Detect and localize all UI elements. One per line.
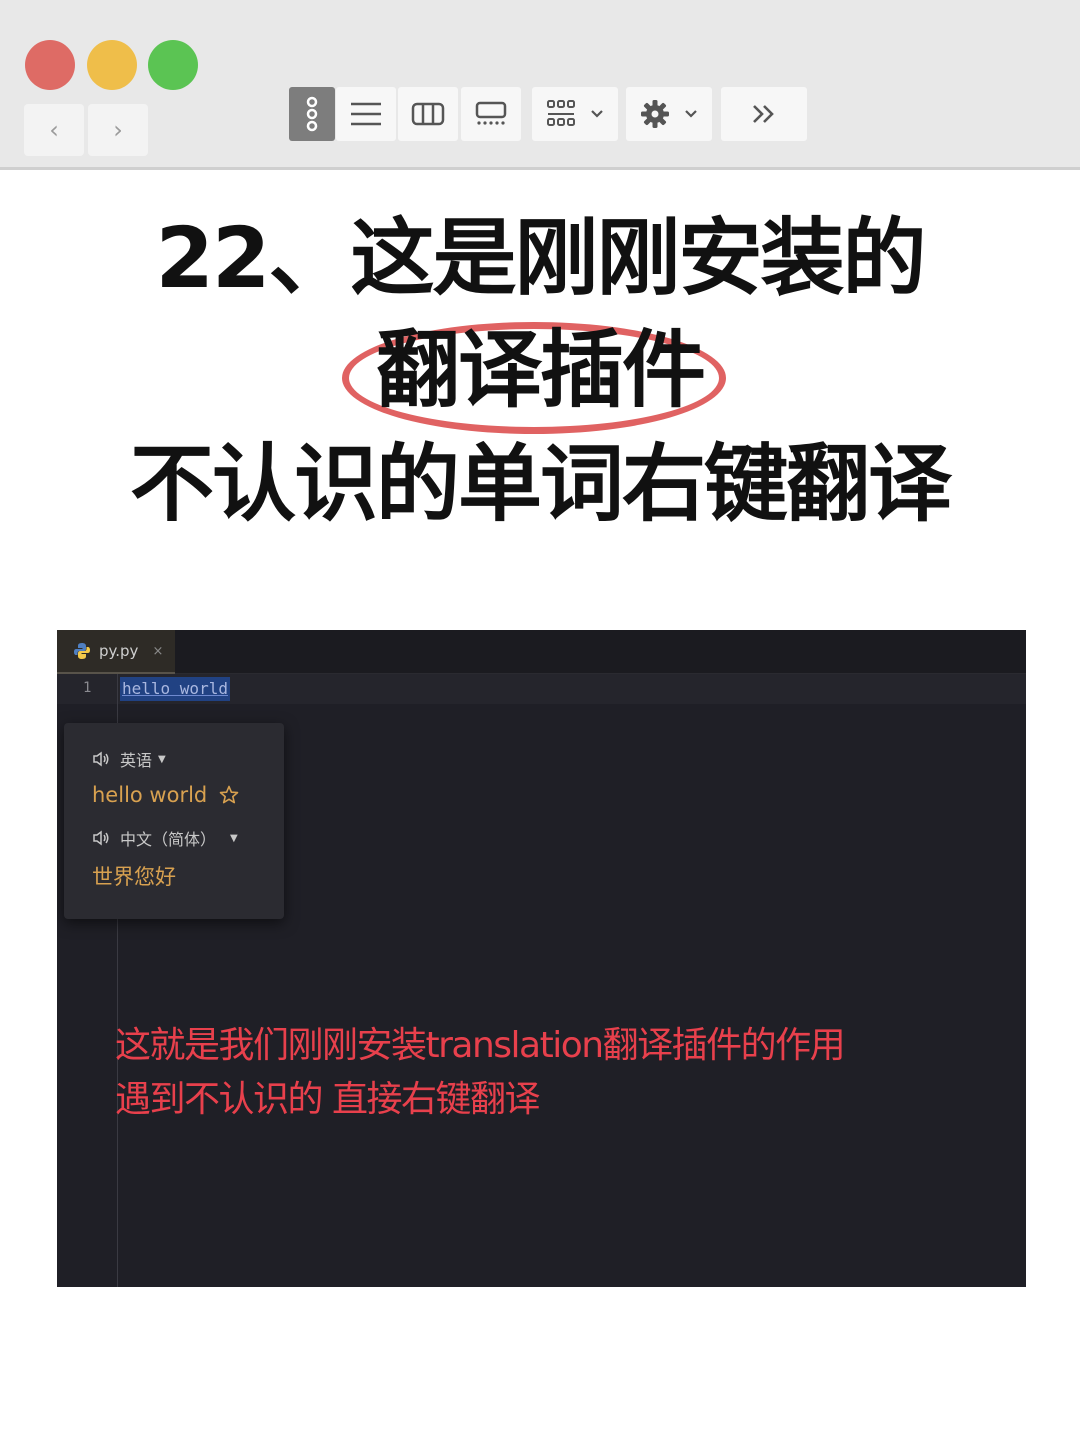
column-view-icon — [411, 102, 445, 126]
source-language-select[interactable]: 英语 — [120, 747, 152, 771]
annotation-line-1: 这就是我们刚刚安装translation翻译插件的作用 — [115, 1025, 846, 1066]
translation-popup: 英语 ▼ hello world 中文（简体） ▼ 世界您好 — [64, 723, 284, 919]
target-language-select[interactable]: 中文（简体） — [120, 826, 216, 850]
window-titlebar: ‹ › — [0, 0, 1080, 170]
target-language-row: 中文（简体） ▼ — [92, 826, 238, 850]
list-view-icon — [351, 102, 381, 126]
tab-py-file[interactable]: py.py × — [57, 630, 175, 674]
grid-group-icon — [547, 100, 575, 126]
target-text: 世界您好 — [92, 865, 176, 889]
chevron-right-icon: › — [113, 116, 123, 144]
headline-line-3: 不认识的单词右键翻译 — [129, 435, 952, 533]
code-editor: py.py × 1 hello world 英语 ▼ hello world 中… — [57, 630, 1026, 1287]
source-text: hello world — [92, 783, 208, 807]
group-by-dropdown[interactable] — [532, 87, 618, 141]
forward-button[interactable]: › — [88, 104, 148, 156]
tab-label: py.py — [99, 642, 139, 660]
chevron-down-icon — [591, 110, 603, 118]
more-toolbar-button[interactable] — [721, 87, 807, 141]
zoom-window-button[interactable] — [148, 40, 198, 90]
speaker-icon[interactable] — [92, 751, 110, 767]
editor-tab-bar: py.py × — [57, 630, 1026, 674]
headline-line-2: 翻译插件 — [375, 321, 706, 419]
python-icon — [74, 643, 90, 659]
source-text-row: hello world — [92, 783, 239, 807]
caret-down-icon[interactable]: ▼ — [230, 833, 238, 844]
action-dropdown[interactable] — [626, 87, 712, 141]
annotation-line-2: 遇到不认识的 直接右键翻译 — [115, 1079, 540, 1120]
gallery-view-icon — [475, 101, 507, 125]
caret-down-icon[interactable]: ▼ — [158, 754, 166, 765]
speaker-icon[interactable] — [92, 830, 110, 846]
gear-icon — [641, 100, 669, 128]
headline-line-1: 22、这是刚刚安装的 — [155, 209, 927, 307]
sidebar-toggle-button[interactable] — [289, 87, 335, 141]
chevron-down-icon — [685, 110, 697, 118]
close-tab-icon[interactable]: × — [152, 644, 163, 659]
vertical-dots-icon — [306, 96, 318, 132]
selected-code[interactable]: hello world — [120, 677, 230, 701]
target-text-row: 世界您好 — [92, 861, 176, 891]
double-chevron-icon — [753, 105, 774, 123]
list-view-button[interactable] — [336, 87, 396, 141]
minimize-window-button[interactable] — [87, 40, 137, 90]
close-window-button[interactable] — [25, 40, 75, 90]
source-language-row: 英语 ▼ — [92, 747, 166, 771]
line-number: 1 — [83, 680, 92, 696]
column-view-button[interactable] — [398, 87, 458, 141]
chevron-left-icon: ‹ — [49, 116, 59, 144]
back-button[interactable]: ‹ — [24, 104, 84, 156]
star-icon[interactable] — [219, 785, 239, 805]
gallery-view-button[interactable] — [461, 87, 521, 141]
